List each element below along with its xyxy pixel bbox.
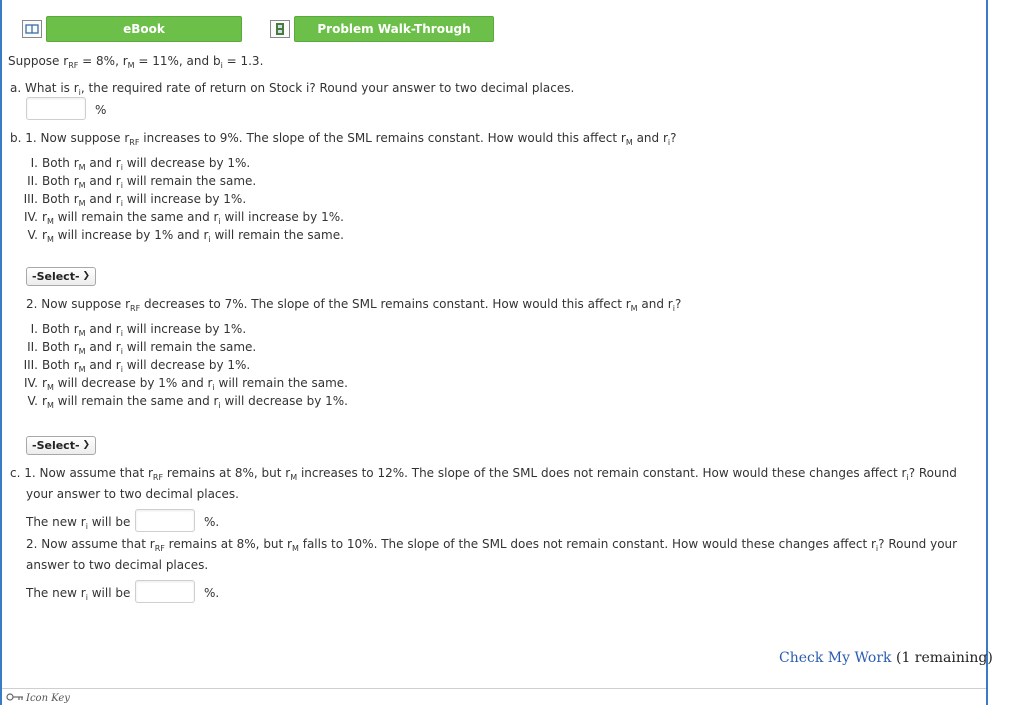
answer-c1-unit: %. bbox=[204, 515, 220, 529]
chevron-down-icon: ❯ bbox=[82, 271, 90, 281]
answer-a-input[interactable] bbox=[26, 97, 86, 120]
question-c2-line2: answer to two decimal places. bbox=[26, 558, 209, 572]
select-b2[interactable]: -Select- ❯ bbox=[26, 436, 96, 455]
question-b2: 2. Now suppose rRF decreases to 7%. The … bbox=[26, 297, 682, 313]
remaining-count: (1 remaining) bbox=[891, 650, 993, 666]
check-my-work: Check My Work (1 remaining) bbox=[779, 650, 993, 666]
option-b2-i: I. Both rM and ri will increase by 1%. bbox=[30, 322, 247, 338]
question-c2: 2. Now assume that rRF remains at 8%, bu… bbox=[26, 537, 958, 553]
question-a: a. What is ri, the required rate of retu… bbox=[10, 81, 575, 97]
select-b1[interactable]: -Select- ❯ bbox=[26, 267, 96, 286]
option-b2-iv: IV. rM will decrease by 1% and ri will re… bbox=[23, 376, 348, 392]
film-icon[interactable] bbox=[270, 20, 290, 38]
answer-c2-label: The new ri will be bbox=[26, 586, 131, 602]
answer-a-unit: % bbox=[95, 103, 107, 117]
option-b1-iv: IV. rM will remain the same and ri will i… bbox=[23, 210, 344, 226]
answer-c2-unit: %. bbox=[204, 586, 220, 600]
option-b2-ii: II. Both rM and ri will remain the same. bbox=[27, 340, 257, 356]
book-icon[interactable] bbox=[22, 20, 42, 38]
chevron-down-icon: ❯ bbox=[82, 440, 90, 450]
question-c1-line2: your answer to two decimal places. bbox=[26, 487, 239, 501]
option-b2-iii: III. Both rM and ri will decrease by 1%. bbox=[23, 358, 251, 374]
answer-c1-input[interactable] bbox=[135, 509, 195, 532]
question-c1: c. 1. Now assume that rRF remains at 8%,… bbox=[10, 466, 957, 482]
icon-key[interactable]: Icon Key bbox=[6, 693, 70, 704]
option-b1-i: I. Both rM and ri will decrease by 1%. bbox=[30, 156, 251, 172]
question-b1: b. 1. Now suppose rRF increases to 9%. T… bbox=[10, 131, 677, 147]
answer-c1-label: The new ri will be bbox=[26, 515, 131, 531]
option-b1-v: V. rM will increase by 1% and ri will rem… bbox=[27, 228, 344, 244]
option-b1-ii: II. Both rM and ri will remain the same. bbox=[27, 174, 257, 190]
answer-c2-input[interactable] bbox=[135, 580, 195, 603]
option-b2-v: V. rM will remain the same and ri will de… bbox=[27, 394, 348, 410]
key-icon bbox=[6, 693, 24, 704]
option-b1-iii: III. Both rM and ri will increase by 1%. bbox=[23, 192, 247, 208]
problem-walkthrough-button[interactable]: Problem Walk-Through bbox=[294, 16, 494, 42]
ebook-button[interactable]: eBook bbox=[46, 16, 242, 42]
footer-divider bbox=[2, 688, 986, 689]
check-my-work-link[interactable]: Check My Work bbox=[779, 650, 892, 666]
intro-text: Suppose rRF = 8%, rM = 11%, and bi = 1.3… bbox=[8, 54, 264, 70]
